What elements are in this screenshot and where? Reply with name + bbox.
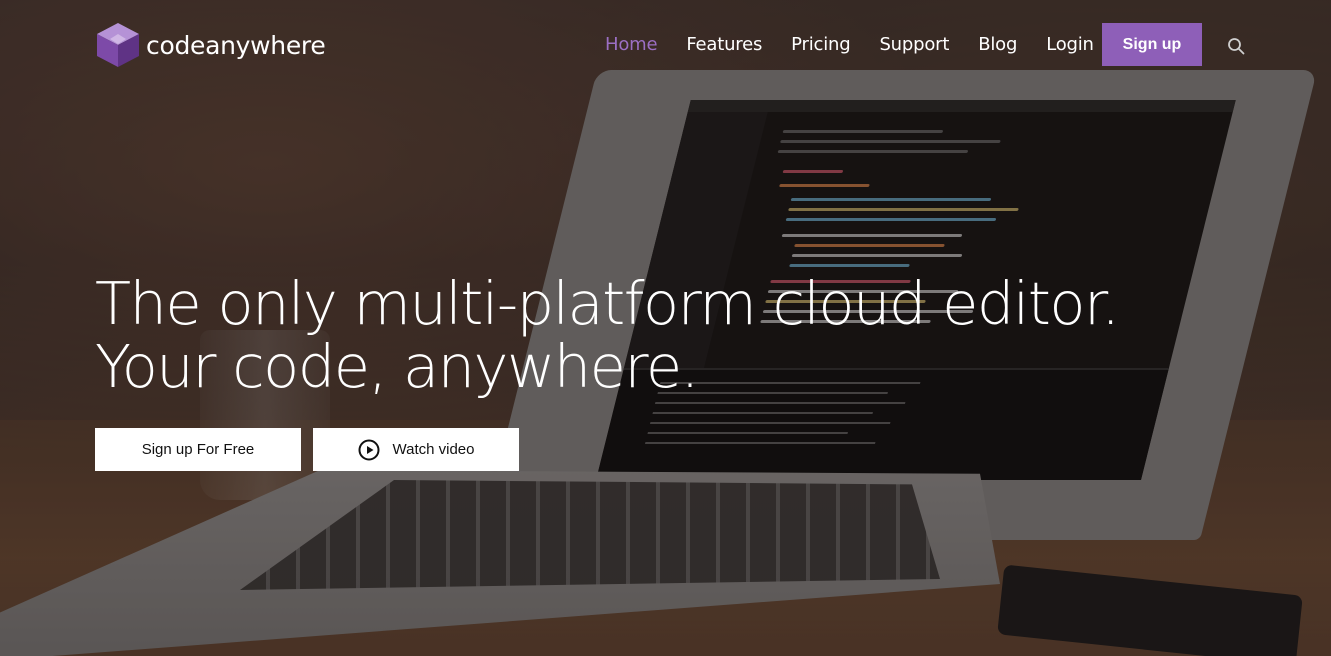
- nav-pricing[interactable]: Pricing: [791, 34, 850, 55]
- nav-login[interactable]: Login: [1046, 34, 1094, 55]
- signup-button[interactable]: Sign up: [1102, 23, 1202, 66]
- brand-name: codeanywhere: [146, 30, 326, 60]
- hero-heading: The only multi-platform cloud editor. Yo…: [95, 269, 1120, 401]
- nav-blog[interactable]: Blog: [978, 34, 1017, 55]
- watch-video-button[interactable]: Watch video: [313, 428, 519, 471]
- play-icon: [358, 439, 379, 460]
- site-header: codeanywhere Home Features Pricing Suppo…: [0, 0, 1331, 90]
- signup-free-button[interactable]: Sign up For Free: [95, 428, 301, 471]
- search-icon[interactable]: [1227, 37, 1245, 55]
- nav-home[interactable]: Home: [605, 34, 658, 55]
- signup-free-label: Sign up For Free: [141, 441, 255, 458]
- nav-features[interactable]: Features: [686, 34, 762, 55]
- nav-support[interactable]: Support: [879, 34, 949, 55]
- cube-icon: [97, 23, 139, 67]
- hero-line-2: Your code, anywhere.: [95, 332, 699, 401]
- watch-video-label: Watch video: [392, 441, 475, 458]
- main-nav: Home Features Pricing Support Blog Login: [605, 34, 1123, 55]
- logo[interactable]: codeanywhere: [96, 22, 326, 68]
- hero-line-1: The only multi-platform cloud editor.: [95, 269, 1120, 338]
